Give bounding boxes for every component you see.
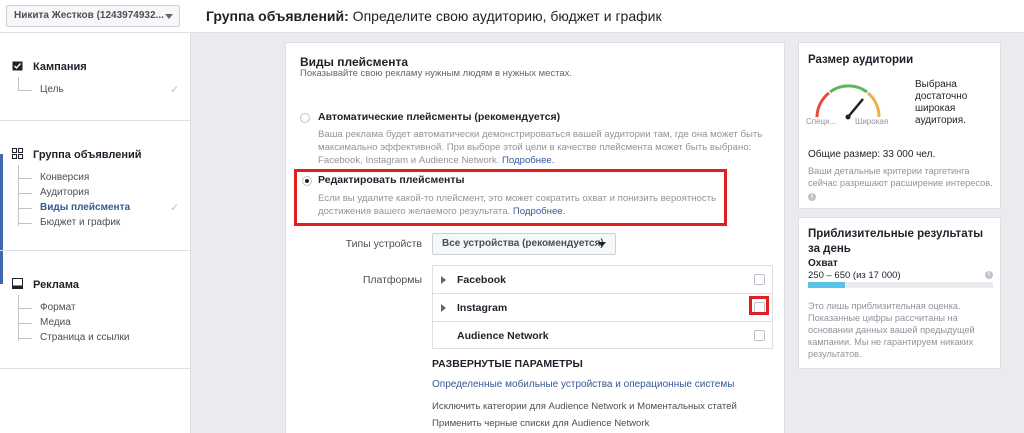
device-types-label: Типы устройств (345, 238, 422, 250)
sidebar-item-adset[interactable]: Группа объявлений (12, 148, 142, 161)
auto-desc-line: Facebook, Instagram и Audience Network. … (318, 154, 778, 167)
platforms-list: Facebook Instagram Audience Network (432, 265, 773, 349)
section-subtitle: Показывайте свою рекламу нужным людям в … (300, 68, 573, 79)
sidebar-item-ad[interactable]: Реклама (12, 278, 79, 291)
info-icon[interactable]: i (808, 193, 816, 201)
audience-status: Выбрана достаточно широкая аудитория. (915, 79, 968, 126)
sidebar-label-ad: Реклама (33, 279, 80, 291)
edit-desc-line: Если вы удалите какой-то плейсмент, это … (318, 193, 717, 204)
page-title-rest: Определите свою аудиторию, бюджет и граф… (348, 8, 662, 24)
gauge-left-label: Специ... (806, 117, 837, 126)
top-bar: Никита Жестков (1243974932... Группа объ… (0, 0, 1024, 33)
auto-desc-line: максимально эффективной. При выборе этой… (318, 142, 752, 153)
reach-bar-fill (808, 282, 845, 288)
check-icon: ✓ (170, 202, 180, 214)
block-lists-option[interactable]: Применить черные списки для Audience Net… (432, 418, 649, 429)
edit-placements-label[interactable]: Редактировать плейсменты (318, 174, 465, 186)
sidebar-section-adset: Группа объявлений Конверсия Аудитория Ви… (0, 121, 191, 251)
sidebar-subitem-placements[interactable]: Виды плейсмента (18, 202, 130, 213)
auto-placements-description: Ваша реклама будет автоматически демонст… (318, 128, 778, 167)
sidebar-subitem-media[interactable]: Медиа (18, 317, 71, 328)
sidebar-subitem-objective[interactable]: Цель (18, 84, 64, 95)
platform-checkbox-audience-network[interactable] (754, 330, 765, 341)
expand-arrow-icon[interactable] (441, 276, 446, 284)
platform-name: Facebook (457, 274, 507, 286)
info-icon[interactable]: i (985, 271, 993, 279)
platform-checkbox-facebook[interactable] (754, 274, 765, 285)
auto-desc-line: Ваша реклама будет автоматически демонст… (318, 129, 763, 140)
estimated-note: Это лишь приблизительная оценка. Показан… (808, 301, 975, 359)
page-title-bold: Группа объявлений: (206, 8, 349, 24)
platform-row-audience-network[interactable]: Audience Network (433, 322, 772, 350)
platforms-label: Платформы (362, 274, 422, 286)
reach-value: 250 – 650 (из 17 000) (808, 270, 901, 281)
gauge-right-label: Широкая (855, 117, 889, 126)
edit-desc-line2: достижения вашего желаемого результата. (318, 206, 511, 217)
account-selector[interactable]: Никита Жестков (1243974932... (6, 5, 180, 27)
sidebar-subitem-audience[interactable]: Аудитория (18, 187, 89, 198)
learn-more-link[interactable]: Подробнее. (513, 206, 565, 217)
section-title: Виды плейсмента (300, 55, 409, 69)
sidebar-section-campaign: Кампания Цель ✓ (0, 33, 191, 121)
reach-label: Охват (808, 258, 838, 269)
check-icon: ✓ (170, 84, 180, 96)
reach-bar-track (808, 282, 993, 288)
device-types-select[interactable]: Все устройства (рекомендуется) (432, 233, 616, 255)
edit-desc-line: достижения вашего желаемого результата. … (318, 205, 728, 218)
radio-edit-placements[interactable] (302, 176, 312, 186)
page-title: Группа объявлений: Определите свою аудит… (206, 8, 662, 24)
radio-auto-placements[interactable] (300, 113, 310, 123)
sidebar-subitem-conversion[interactable]: Конверсия (18, 172, 89, 183)
sidebar: Кампания Цель ✓ Группа объявлений Конвер… (0, 33, 191, 433)
grid-icon (12, 148, 23, 159)
monitor-icon (12, 278, 23, 289)
sidebar-subitem-budget[interactable]: Бюджет и график (18, 217, 120, 228)
advanced-options-title: РАЗВЕРНУТЫЕ ПАРАМЕТРЫ (432, 358, 583, 370)
estimated-results-title: Приблизительные результаты за день (808, 228, 984, 255)
checkbox-icon (12, 61, 23, 71)
platform-name: Instagram (457, 302, 508, 314)
audience-size-card: Размер аудитории Специ... Широкая Выбран… (798, 42, 1001, 209)
audience-note: Ваши детальные критерии таргетинга сейча… (808, 165, 998, 201)
sidebar-subitem-format[interactable]: Формат (18, 302, 76, 313)
mobile-devices-os-link[interactable]: Определенные мобильные устройства и опер… (432, 379, 734, 390)
platform-row-instagram[interactable]: Instagram (433, 294, 772, 322)
sidebar-label-campaign: Кампания (33, 61, 87, 73)
learn-more-link[interactable]: Подробнее. (502, 155, 554, 166)
audience-total: Общие размер: 33 000 чел. (808, 149, 936, 160)
placements-panel: Виды плейсмента Показывайте свою рекламу… (285, 42, 785, 433)
sidebar-label-adset: Группа объявлений (33, 149, 142, 161)
device-types-value: Все устройства (рекомендуется) (442, 238, 604, 249)
expand-arrow-icon[interactable] (441, 304, 446, 312)
platform-row-facebook[interactable]: Facebook (433, 266, 772, 294)
sidebar-subitem-page-links[interactable]: Страница и ссылки (18, 332, 129, 343)
sidebar-section-ad: Реклама Формат Медиа Страница и ссылки (0, 251, 191, 369)
audience-note-text: Ваши детальные критерии таргетинга сейча… (808, 166, 993, 188)
estimated-results-card: Приблизительные результаты за день Охват… (798, 217, 1001, 369)
auto-placements-label[interactable]: Автоматические плейсменты (рекомендуется… (318, 111, 560, 123)
chevron-down-icon (165, 14, 173, 19)
exclude-categories-option[interactable]: Исключить категории для Audience Network… (432, 401, 737, 412)
account-name: Никита Жестков (1243974932... (14, 10, 164, 21)
sidebar-item-campaign[interactable]: Кампания (12, 60, 87, 73)
chevron-down-icon (598, 242, 606, 247)
highlight-box (749, 296, 769, 315)
auto-desc-line3: Facebook, Instagram и Audience Network. (318, 155, 500, 166)
edit-placements-description: Если вы удалите какой-то плейсмент, это … (318, 192, 728, 218)
platform-name: Audience Network (457, 330, 549, 342)
audience-size-title: Размер аудитории (808, 54, 914, 66)
